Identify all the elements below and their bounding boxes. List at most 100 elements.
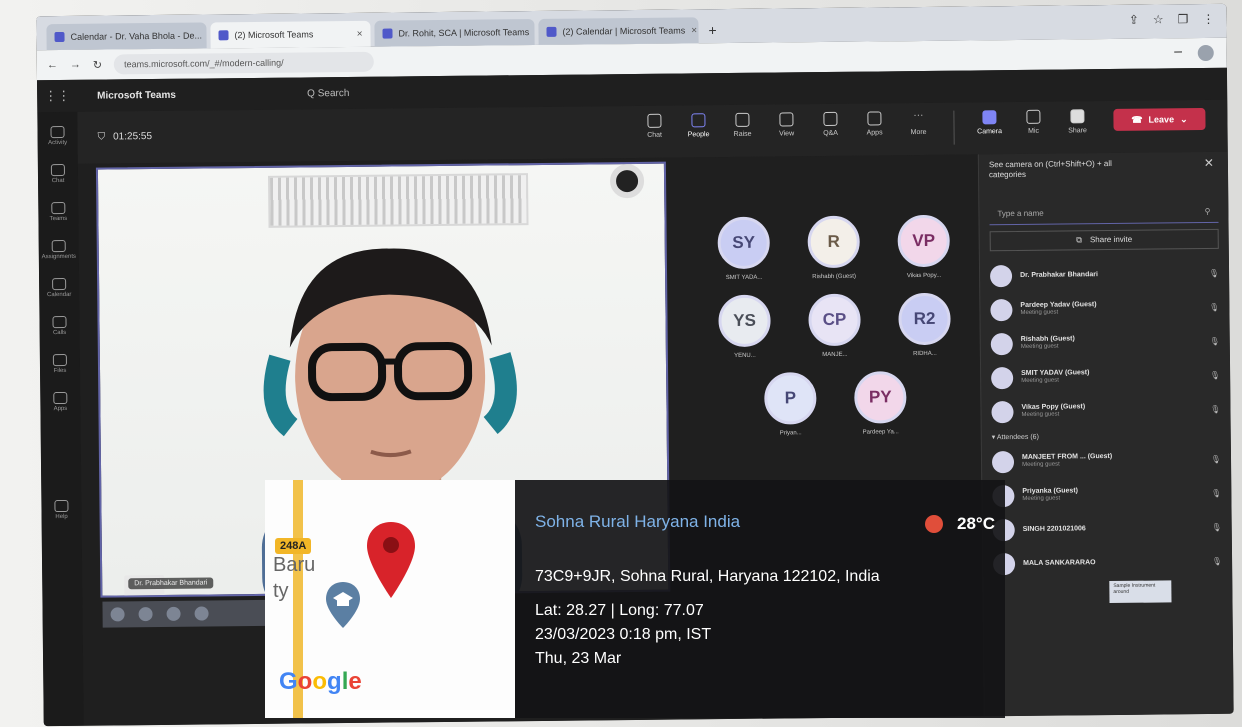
minimize-icon[interactable]: − [1173,44,1183,62]
people-icon [691,113,706,128]
people-search-input[interactable]: Type a name ⚲ [989,200,1219,226]
mic-button[interactable]: Mic [1016,109,1050,144]
leave-button[interactable]: ☎ Leave ⌄ [1113,108,1206,131]
participant-label: MANJE... [822,351,848,359]
browser-tab-active[interactable]: (2) Microsoft Teams × [210,20,371,49]
participant-tile[interactable]: P Priyan... [752,372,829,437]
avatar: R [807,215,860,269]
app-icon[interactable] [194,606,209,621]
tab-label: (2) Microsoft Teams [234,29,314,41]
mic-off-icon: 🎙 [1211,489,1222,499]
shield-icon: ⛉ [97,131,106,143]
list-item[interactable]: MANJEET FROM ... (Guest) Meeting guest 🎙 [991,443,1221,479]
road-number-badge: 248A [275,538,312,554]
browser-tab[interactable]: Dr. Rohit, SCA | Microsoft Teams× [374,19,535,47]
list-item[interactable]: SMIT YADAV (Guest) Meeting guest 🎙 [991,359,1220,395]
profile-avatar[interactable] [1194,41,1217,65]
back-icon[interactable]: ← [47,59,58,71]
share-icon[interactable]: ⇪ [1129,13,1139,27]
browser-tab[interactable]: (2) Calendar | Microsoft Teams × [538,17,699,45]
rail-item-activity[interactable]: Activity [48,125,67,146]
rail-item-calls[interactable]: Calls [52,315,67,336]
meeting-controls: Chat People Raise View Q&A Apps ··· More … [637,109,1094,148]
video-name-label: Dr. Prabhakar Bhandari [128,577,214,590]
panel-title: See camera on (Ctrl+Shift+O) + all categ… [988,158,1112,180]
app-name: Microsoft Teams [97,89,176,102]
geotag-overlay: 248A Baru ty Google Sohna Rural Haryana … [265,480,1005,718]
participant-tile[interactable]: VP Vikas Popy... [885,214,962,280]
list-item[interactable]: SINGH 2201021006 🎙 [992,511,1222,547]
list-item[interactable]: Pardeep Yadav (Guest) Meeting guest 🎙 [990,291,1219,327]
participant-tile[interactable]: PY Pardeep Ya... [842,371,919,436]
day-label: Thu, 23 Mar [535,650,622,667]
phone-hangup-icon: ☎ [1131,114,1143,125]
invite-icon: ⧉ [1076,235,1082,245]
rail-item-calendar[interactable]: Calendar [47,277,71,298]
close-icon[interactable]: ✕ [1204,156,1214,170]
qa-button[interactable]: Q&A [813,111,847,146]
participant-label: Priyan... [779,430,802,437]
view-button[interactable]: View [769,112,803,146]
file-icon [52,353,67,367]
teams-favicon-icon [382,28,393,39]
mic-off-icon [1026,109,1041,124]
participant-tile[interactable]: R2 RIDHA... [886,292,963,358]
participant-tile[interactable]: CP MANJE... [796,293,873,359]
qa-icon [823,111,838,127]
share-invite-button[interactable]: ⧉ Share invite [989,228,1219,252]
forward-icon[interactable]: → [70,59,81,71]
more-button[interactable]: ··· More [901,110,935,145]
participant-label: SMIT YADA... [725,274,763,282]
app-launcher-icon[interactable]: ⋮⋮ [37,88,77,104]
rail-item-files[interactable]: Files [52,353,67,374]
attendee-list: MANJEET FROM ... (Guest) Meeting guest 🎙 P… [982,443,1232,582]
temperature-readout: 28°C [925,514,995,534]
participant-label: Vikas Popy... [906,272,942,280]
star-icon[interactable]: ☆ [1153,12,1164,26]
search-box[interactable]: Q Search [307,87,349,98]
location-info: Sohna Rural Haryana India 28°C 73C9+9JR,… [535,480,1005,718]
window-controls: ⇪ ☆ ❐ ⋮ [1129,12,1215,27]
browser-icon[interactable] [138,607,153,622]
new-tab-button[interactable]: + [708,22,716,38]
camera-button[interactable]: Camera [972,110,1006,144]
raise-hand-button[interactable]: Raise [725,112,759,147]
participant-tile[interactable]: YS YENU... [706,294,783,359]
list-item[interactable]: Rishabh (Guest) Meeting guest 🎙 [990,325,1220,361]
url-field[interactable]: teams.microsoft.com/_#/modern-calling/ [113,51,375,75]
mic-off-icon: 🎙 [1209,371,1221,381]
apps-button[interactable]: Apps [857,111,891,145]
folder-icon[interactable] [166,606,181,621]
hand-icon [735,112,750,127]
coordinates: Lat: 28.27 | Long: 77.07 [535,602,704,619]
close-tab-icon[interactable]: × [357,28,363,39]
rail-item-teams[interactable]: Teams [49,201,67,222]
browser-tab[interactable]: Calendar - Dr. Vaha Bhola - De...× [46,22,207,51]
chevron-down-icon[interactable]: ⌄ [1180,114,1188,125]
search-icon: ⚲ [1204,206,1211,216]
avatar: VP [897,214,950,268]
sidebar-icon[interactable]: ❐ [1178,12,1189,26]
tab-label: (2) Calendar | Microsoft Teams [562,25,686,37]
participant-tile[interactable]: R Rishabh (Guest) [795,215,872,281]
list-item[interactable]: MALA SANKARARAO 🎙 [992,545,1222,581]
menu-icon[interactable]: ⋮ [1202,12,1214,26]
reload-icon[interactable]: ↻ [93,58,102,71]
rail-item-chat[interactable]: Chat [50,163,65,184]
list-item[interactable]: Vikas Popy (Guest) Meeting guest 🎙 [991,393,1221,429]
chat-button[interactable]: Chat [637,113,671,148]
participant-tile[interactable]: SY SMIT YADA... [705,216,782,281]
close-tab-icon[interactable]: × [691,25,697,36]
address-line: 73C9+9JR, Sohna Rural, Haryana 122102, I… [535,568,880,585]
rail-item-assignments[interactable]: Assignments [41,239,76,260]
rail-item-apps[interactable]: Apps [53,391,68,412]
start-icon[interactable] [110,607,125,622]
participant-label: Rishabh (Guest) [812,273,856,281]
list-item[interactable]: Priyanka (Guest) Meeting guest 🎙 [992,477,1221,513]
people-button[interactable]: People [681,113,715,147]
place-name: Sohna Rural Haryana India [535,512,741,531]
avatar: P [764,372,817,425]
share-button[interactable]: Share [1060,109,1094,143]
list-item[interactable]: Dr. Prabhakar Bhandari 🎙 [989,257,1219,293]
rail-item-help[interactable]: Help [54,499,69,520]
